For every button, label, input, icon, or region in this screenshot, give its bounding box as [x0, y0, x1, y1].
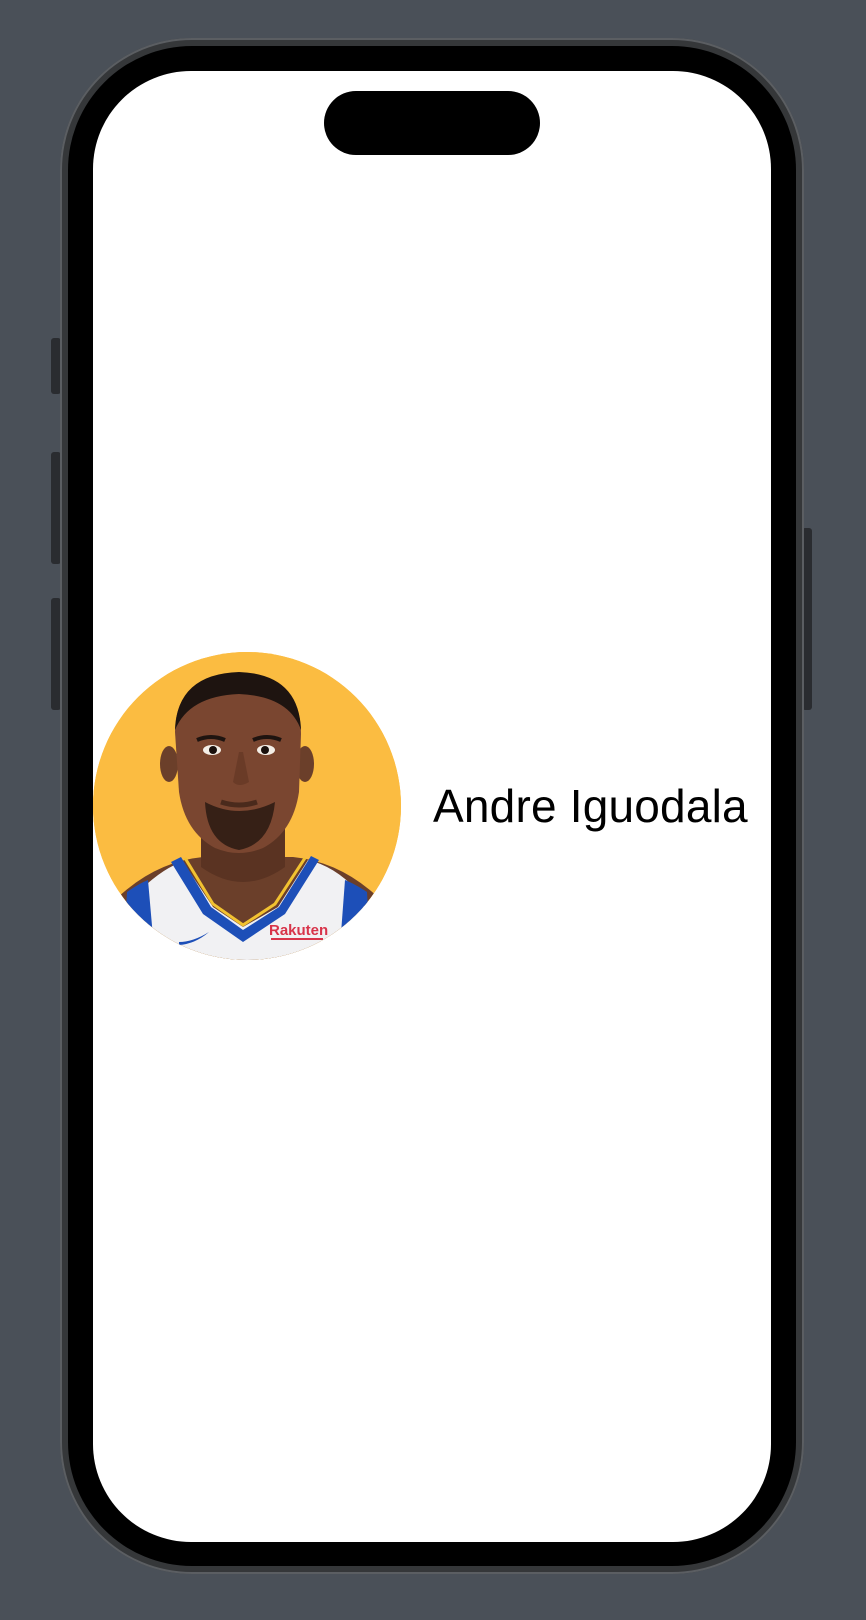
simulator-window: Rakuten Andre Iguodala [0, 0, 866, 1620]
phone-screen: Rakuten Andre Iguodala [93, 71, 771, 1542]
jersey-sponsor-logo: Rakuten [269, 922, 328, 939]
player-avatar: Rakuten [93, 652, 401, 960]
dynamic-island [324, 91, 540, 155]
player-name: Andre Iguodala [433, 780, 748, 832]
player-row[interactable]: Rakuten Andre Iguodala [93, 652, 771, 960]
player-photo: Rakuten [93, 652, 401, 960]
